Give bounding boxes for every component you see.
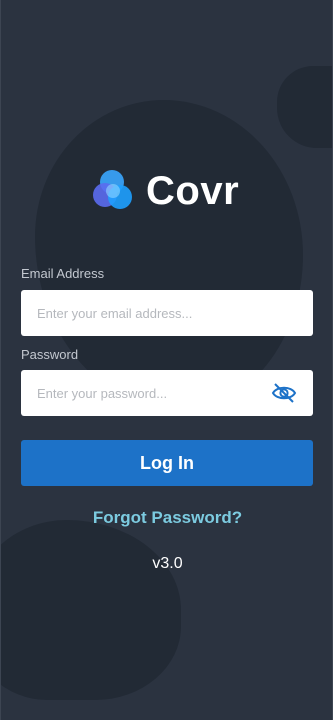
password-field-container	[21, 370, 313, 416]
password-label: Password	[21, 347, 79, 362]
covr-logo-icon	[93, 170, 132, 209]
forgot-password-link[interactable]: Forgot Password?	[1, 508, 332, 528]
background-shape-bottom	[1, 520, 181, 700]
background-shape-center	[35, 100, 303, 410]
app-name: Covr	[146, 168, 240, 213]
email-label: Email Address	[21, 266, 105, 281]
eye-slash-icon[interactable]	[271, 382, 297, 404]
version-label: v3.0	[152, 555, 183, 572]
password-input[interactable]	[37, 385, 265, 401]
email-input[interactable]	[37, 305, 297, 321]
login-screen: Covr Email Address Password Log In Forgo…	[0, 0, 333, 720]
app-logo: Covr	[92, 165, 239, 217]
email-field-container	[21, 290, 313, 336]
background-shape-top	[277, 66, 332, 148]
login-button[interactable]: Log In	[21, 440, 313, 486]
